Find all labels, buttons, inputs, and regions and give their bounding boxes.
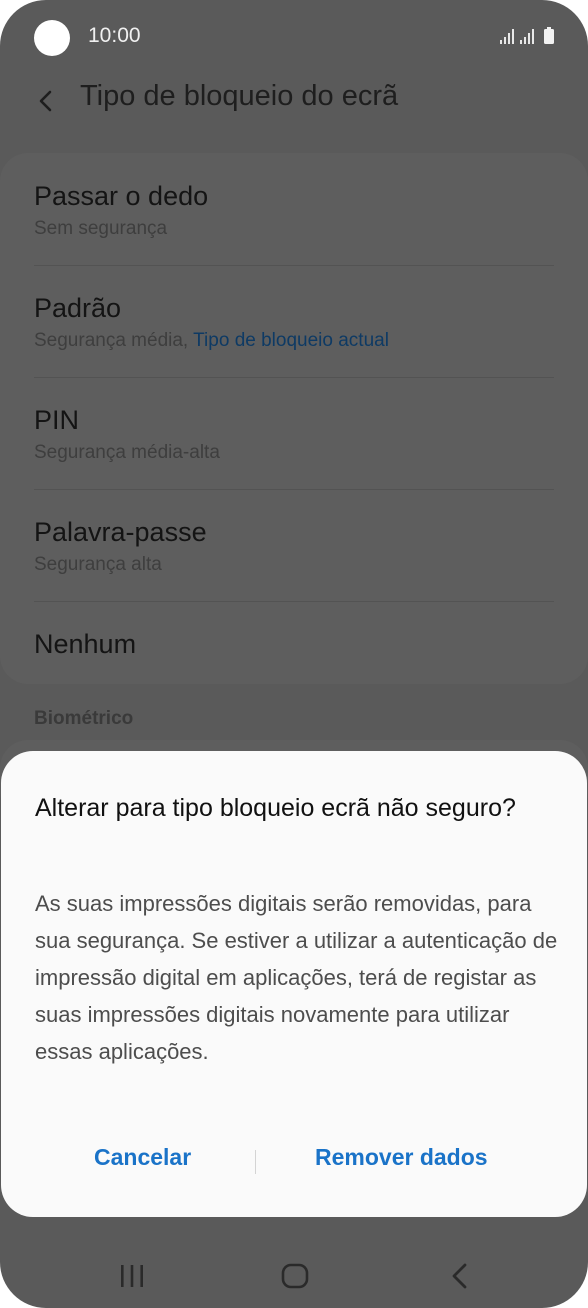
status-time: 10:00 bbox=[88, 24, 141, 47]
lock-option-title: Passar o dedo bbox=[34, 181, 209, 211]
signal-icon bbox=[500, 29, 534, 44]
lock-option-title: PIN bbox=[34, 405, 80, 435]
lock-option-subtitle: Segurança média, Tipo de bloqueio actual bbox=[34, 330, 554, 352]
divider bbox=[34, 601, 554, 602]
divider bbox=[34, 265, 554, 266]
lock-option-subtitle: Segurança alta bbox=[34, 554, 162, 575]
battery-icon bbox=[544, 27, 554, 44]
lock-option-subtitle: Segurança média-alta bbox=[34, 442, 220, 463]
current-lock-type-label: Tipo de bloqueio actual bbox=[193, 330, 389, 351]
lock-option-title: Padrão bbox=[34, 293, 122, 323]
dialog-message: As suas impressões digitais serão removi… bbox=[35, 891, 558, 1064]
home-icon[interactable] bbox=[279, 1260, 311, 1292]
lock-option-swipe[interactable]: Passar o dedo Sem segurança bbox=[34, 180, 554, 240]
lock-option-pattern[interactable]: Padrão Segurança média, Tipo de bloqueio… bbox=[34, 292, 554, 352]
navigation-bar bbox=[0, 1238, 588, 1308]
status-bar: 10:00 bbox=[0, 0, 588, 74]
cancel-button[interactable]: Cancelar bbox=[94, 1144, 191, 1171]
lock-option-subtitle: Sem segurança bbox=[34, 218, 168, 239]
back-arrow-icon[interactable] bbox=[30, 84, 64, 118]
lock-option-none[interactable]: Nenhum bbox=[34, 628, 554, 660]
camera-cutout bbox=[34, 20, 70, 56]
nav-back-icon[interactable] bbox=[445, 1260, 477, 1292]
lock-option-title: Palavra-passe bbox=[34, 517, 207, 547]
confirm-dialog: Alterar para tipo bloqueio ecrã não segu… bbox=[1, 751, 587, 1217]
button-divider bbox=[255, 1150, 256, 1174]
section-header-biometric: Biométrico bbox=[34, 708, 134, 729]
app-header: Tipo de bloqueio do ecrã bbox=[0, 74, 588, 154]
dialog-title: Alterar para tipo bloqueio ecrã não segu… bbox=[35, 794, 516, 822]
status-icons bbox=[500, 26, 558, 46]
phone-screen: 10:00 Tipo de bloqueio do ecrã Passar o … bbox=[0, 0, 588, 1308]
lock-option-title: Nenhum bbox=[34, 629, 137, 659]
page-title: Tipo de bloqueio do ecrã bbox=[80, 80, 399, 112]
recent-apps-icon[interactable] bbox=[116, 1260, 148, 1292]
security-level: Segurança média, bbox=[34, 330, 189, 351]
divider bbox=[34, 377, 554, 378]
divider bbox=[34, 489, 554, 490]
lock-option-pin[interactable]: PIN Segurança média-alta bbox=[34, 404, 554, 464]
remove-data-button[interactable]: Remover dados bbox=[315, 1144, 488, 1171]
lock-option-password[interactable]: Palavra-passe Segurança alta bbox=[34, 516, 554, 576]
